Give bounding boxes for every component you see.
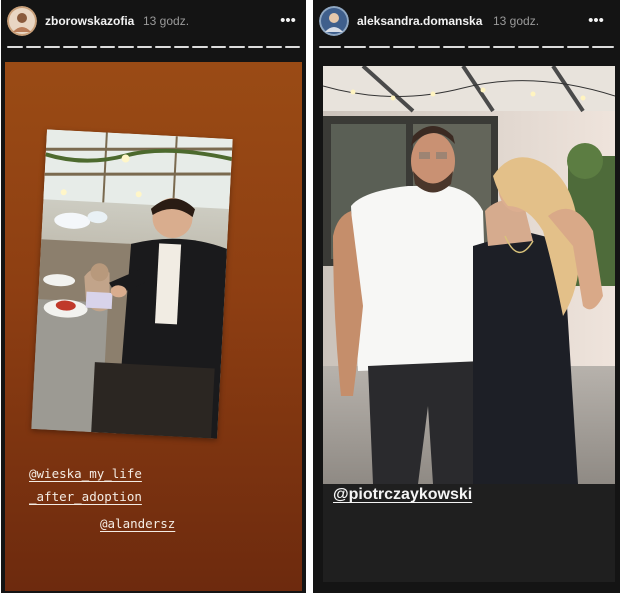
mention-alandersz[interactable]: @alandersz bbox=[100, 516, 175, 531]
story-timestamp: 13 godz. bbox=[143, 14, 190, 28]
progress-segment bbox=[44, 46, 60, 48]
story-username[interactable]: aleksandra.domanska bbox=[357, 14, 482, 28]
progress-segment bbox=[418, 46, 441, 48]
progress-segment bbox=[247, 46, 263, 48]
progress-segment bbox=[173, 46, 189, 48]
progress-segment bbox=[81, 46, 97, 48]
avatar[interactable] bbox=[7, 6, 37, 36]
progress-segment bbox=[368, 46, 391, 48]
progress-segment bbox=[99, 46, 115, 48]
progress-segment bbox=[266, 46, 282, 48]
progress-segment bbox=[155, 46, 171, 48]
progress-segment bbox=[229, 46, 245, 48]
progress-segment bbox=[25, 46, 41, 48]
progress-segment bbox=[517, 46, 540, 48]
progress-segment bbox=[192, 46, 208, 48]
progress-segment bbox=[492, 46, 515, 48]
progress-segment bbox=[62, 46, 78, 48]
avatar[interactable] bbox=[319, 6, 349, 36]
progress-segment bbox=[210, 46, 226, 48]
story-username[interactable]: zborowskazofia bbox=[45, 14, 134, 28]
mention-wieska-my-life[interactable]: @wieska_my_life bbox=[29, 466, 142, 481]
progress-segment bbox=[592, 46, 614, 48]
progress-segment bbox=[136, 46, 152, 48]
story-content: @wieska_my_life _after_adoption @alander… bbox=[5, 62, 302, 591]
progress-segment bbox=[393, 46, 416, 48]
progress-segment bbox=[567, 46, 590, 48]
progress-segment bbox=[343, 46, 366, 48]
progress-segment bbox=[319, 46, 341, 48]
story-photo bbox=[31, 129, 233, 439]
story-progress-bar bbox=[7, 46, 300, 49]
mention-after-adoption[interactable]: _after_adoption bbox=[29, 489, 142, 504]
progress-segment bbox=[284, 46, 300, 48]
story-content: @piotrczaykowski bbox=[323, 66, 615, 582]
progress-segment bbox=[443, 46, 465, 48]
progress-segment bbox=[7, 46, 23, 48]
mention-piotrczaykowski[interactable]: @piotrczaykowski bbox=[333, 486, 472, 504]
more-dots-icon[interactable]: ••• bbox=[279, 12, 297, 30]
story-panel-zborowskazofia[interactable]: zborowskazofia 13 godz. ••• @wieska_my_l… bbox=[1, 0, 306, 593]
progress-segment bbox=[542, 46, 565, 48]
story-panel-aleksandra-domanska[interactable]: aleksandra.domanska 13 godz. ••• @piotrc… bbox=[313, 0, 620, 593]
progress-segment bbox=[118, 46, 134, 48]
progress-segment bbox=[467, 46, 490, 48]
story-progress-bar bbox=[319, 46, 614, 49]
story-photo bbox=[323, 66, 615, 484]
story-header: zborowskazofia 13 godz. ••• bbox=[1, 0, 306, 58]
story-header: aleksandra.domanska 13 godz. ••• bbox=[313, 0, 620, 58]
more-dots-icon[interactable]: ••• bbox=[587, 12, 605, 30]
story-timestamp: 13 godz. bbox=[493, 14, 540, 28]
